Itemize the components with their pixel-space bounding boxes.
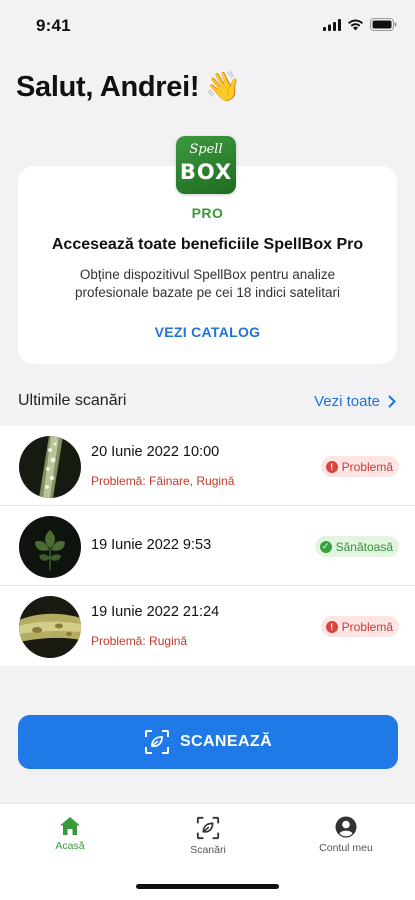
scan-thumbnail	[19, 596, 81, 658]
status-bar: 9:41	[0, 0, 415, 52]
tab-label: Contul meu	[319, 842, 373, 854]
scan-item[interactable]: 20 Iunie 2022 10:00 Problemă: Făinare, R…	[0, 426, 415, 506]
status-badge: ✓ Sănătoasă	[314, 536, 399, 557]
scan-icon	[144, 730, 169, 754]
scan-date: 19 Iunie 2022 9:53	[91, 537, 212, 553]
scan-thumbnail	[19, 436, 81, 498]
logo-top-text: Spell	[189, 142, 223, 157]
wifi-icon	[348, 19, 363, 30]
scan-button-label: SCANEAZĂ	[179, 733, 273, 750]
scan-date: 19 Iunie 2022 21:24	[91, 604, 220, 620]
status-label: Problemă	[341, 619, 393, 634]
scan-button[interactable]: SCANEAZĂ	[18, 715, 398, 769]
signal-icon	[323, 18, 341, 31]
see-all-label: Vezi toate	[314, 392, 380, 410]
promo-card: Spell BOX PRO Accesează toate beneficiil…	[18, 136, 397, 364]
waving-hand-icon: 👋	[205, 71, 242, 103]
scan-item[interactable]: 19 Iunie 2022 21:24 Problemă: Rugină ! P…	[0, 586, 415, 666]
recent-scans-header: Ultimile scanări Vezi toate	[18, 392, 396, 410]
account-icon	[335, 816, 357, 838]
status-icons	[323, 18, 397, 31]
promo-title: Accesează toate beneficiile SpellBox Pro	[51, 236, 364, 253]
logo-bottom-text: BOX	[179, 160, 233, 184]
recent-scans-list: 20 Iunie 2022 10:00 Problemă: Făinare, R…	[0, 426, 415, 666]
scan-item[interactable]: 19 Iunie 2022 9:53 ✓ Sănătoasă	[0, 506, 415, 586]
scan-thumbnail	[19, 516, 81, 578]
status-badge: ! Problemă	[320, 616, 399, 637]
status-label: Sănătoasă	[335, 539, 393, 554]
recent-scans-title: Ultimile scanări	[18, 392, 127, 409]
alert-icon: !	[325, 620, 338, 633]
scan-date: 20 Iunie 2022 10:00	[91, 444, 220, 460]
scan-icon	[196, 816, 220, 840]
tab-label: Acasă	[55, 840, 85, 852]
alert-icon: !	[325, 460, 338, 473]
status-label: Problemă	[341, 459, 393, 474]
tab-account[interactable]: Contul meu	[296, 816, 396, 854]
status-badge: ! Problemă	[320, 456, 399, 477]
home-indicator	[136, 884, 279, 889]
check-icon: ✓	[319, 540, 332, 553]
view-catalog-link[interactable]: VEZI CATALOG	[18, 324, 397, 340]
home-icon	[60, 817, 80, 835]
greeting-text: Salut, Andrei!	[16, 70, 200, 103]
scan-problem: Problemă: Făinare, Rugină	[91, 474, 235, 488]
spellbox-logo: Spell BOX	[176, 136, 236, 194]
promo-description: Obține dispozitivul SpellBox pentru anal…	[75, 267, 340, 300]
scan-problem: Problemă: Rugină	[91, 634, 188, 648]
battery-icon	[370, 18, 397, 31]
see-all-link[interactable]: Vezi toate	[314, 393, 396, 410]
tab-label: Scanări	[190, 844, 226, 856]
tab-home[interactable]: Acasă	[20, 816, 120, 852]
chevron-right-icon	[388, 395, 396, 407]
greeting-heading: Salut, Andrei! 👋	[16, 70, 241, 104]
status-time: 9:41	[36, 16, 71, 35]
pro-label: PRO	[191, 205, 224, 221]
tab-scans[interactable]: Scanări	[158, 816, 258, 856]
